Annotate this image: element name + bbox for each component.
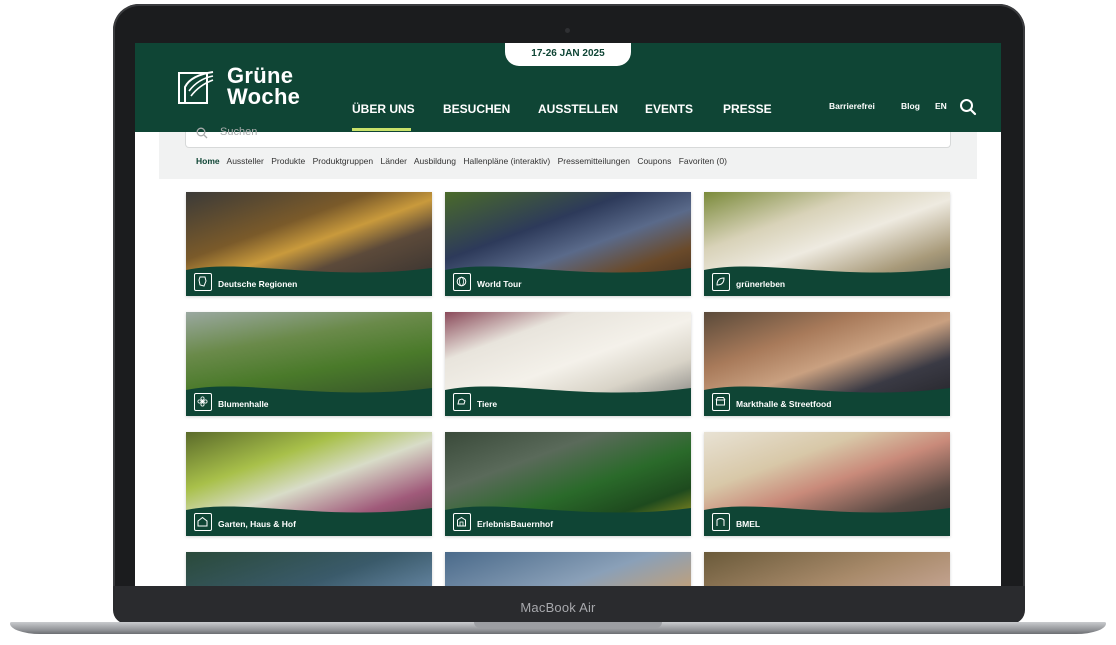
- tile-erlebnisbauernhof[interactable]: ErlebnisBauernhof: [445, 432, 691, 536]
- leaf-hand-icon: [712, 273, 730, 291]
- tile-label: Blumenhalle: [218, 399, 269, 409]
- tile-wave: [186, 386, 432, 416]
- flower-icon: [194, 393, 212, 411]
- tile-markthalle-streetfood[interactable]: Markthalle & Streetfood: [704, 312, 950, 416]
- camera-icon: [565, 28, 570, 33]
- tile-wave: [445, 386, 691, 416]
- tile-deutsche-regionen[interactable]: Deutsche Regionen: [186, 192, 432, 296]
- topic-tile-grid: Deutsche Regionen World Tour grünerleben…: [135, 43, 1001, 586]
- tile-label: Garten, Haus & Hof: [218, 519, 296, 529]
- tile-garten-haus-hof[interactable]: Garten, Haus & Hof: [186, 432, 432, 536]
- tile-label: Tiere: [477, 399, 498, 409]
- animal-icon: [453, 393, 471, 411]
- tile-wave: [445, 506, 691, 536]
- laptop-hinge-notch: [474, 622, 662, 628]
- tile-wave: [704, 506, 950, 536]
- globe-icon: [453, 273, 471, 291]
- tile-label: grünerleben: [736, 279, 786, 289]
- barn-icon: [453, 513, 471, 531]
- region-icon: [194, 273, 212, 291]
- tile-tiere[interactable]: Tiere: [445, 312, 691, 416]
- garden-icon: [194, 513, 212, 531]
- tile-label: Markthalle & Streetfood: [736, 399, 832, 409]
- bmel-icon: [712, 513, 730, 531]
- tile-label: BMEL: [736, 519, 761, 529]
- device-model-label: MacBook Air: [520, 600, 596, 615]
- tile-photo: [186, 552, 432, 586]
- tile-wave: [704, 386, 950, 416]
- market-icon: [712, 393, 730, 411]
- browser-viewport: 17-26 JAN 2025 Grüne Woche ÜBER UNS BESU…: [135, 43, 1001, 586]
- tile-gruenerleben[interactable]: grünerleben: [704, 192, 950, 296]
- tile-label: ErlebnisBauernhof: [477, 519, 554, 529]
- tile-bmel[interactable]: BMEL: [704, 432, 950, 536]
- tile-photo: [445, 552, 691, 586]
- tile-row4-3[interactable]: [704, 552, 950, 586]
- tile-wave: [445, 266, 691, 296]
- tile-world-tour[interactable]: World Tour: [445, 192, 691, 296]
- tile-row4-2[interactable]: [445, 552, 691, 586]
- tile-wave: [704, 266, 950, 296]
- tile-label: Deutsche Regionen: [218, 279, 298, 289]
- tile-label: World Tour: [477, 279, 522, 289]
- tile-blumenhalle[interactable]: Blumenhalle: [186, 312, 432, 416]
- tile-wave: [186, 266, 432, 296]
- tile-photo: [704, 552, 950, 586]
- tile-row4-1[interactable]: [186, 552, 432, 586]
- tile-wave: [186, 506, 432, 536]
